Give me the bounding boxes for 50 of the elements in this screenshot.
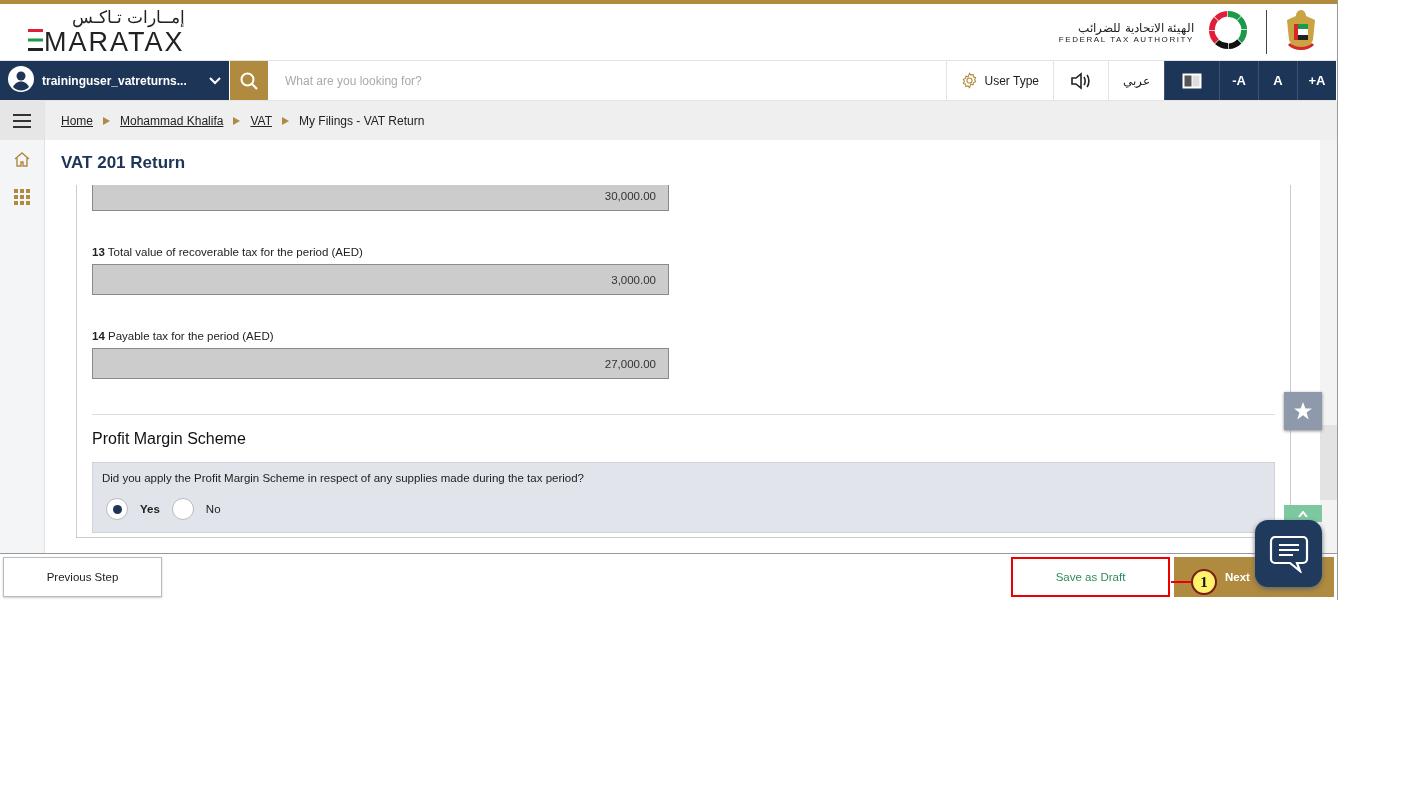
- scroll-top-button[interactable]: [1284, 505, 1322, 522]
- authority-emblem-icon: [1206, 8, 1250, 52]
- search-icon: [240, 71, 258, 90]
- contrast-icon: [1182, 72, 1202, 89]
- authority-english-name: FEDERAL TAX AUTHORITY: [1058, 34, 1194, 44]
- radio-option[interactable]: No: [171, 498, 221, 520]
- callout-line: [1171, 581, 1191, 583]
- breadcrumb-link[interactable]: Mohammad Khalifa: [120, 113, 224, 128]
- font-size-button[interactable]: A: [1258, 61, 1297, 100]
- readonly-amount-field: 3,000.00: [92, 264, 669, 295]
- caret-up-icon: [1298, 511, 1308, 517]
- section-heading: Profit Margin Scheme: [92, 430, 247, 448]
- breadcrumb-separator-icon: [233, 116, 241, 125]
- readonly-amount-field: 27,000.00: [92, 348, 669, 379]
- previous-step-button[interactable]: Previous Step: [3, 557, 162, 597]
- chat-button[interactable]: [1255, 520, 1322, 587]
- chat-bubble-icon: [1268, 534, 1309, 573]
- speaker-icon: [1070, 71, 1092, 90]
- settings-icon: [960, 72, 978, 89]
- user-account-dropdown[interactable]: traininguser_vatreturns...: [0, 61, 229, 100]
- home-icon[interactable]: [13, 151, 31, 167]
- striped-logo-mark-icon: [28, 28, 43, 51]
- user-avatar-icon: [8, 66, 34, 92]
- authority-arabic-name: الهيئة الاتحادية للضرائب: [1078, 20, 1194, 35]
- radio-option[interactable]: Yes: [106, 498, 160, 520]
- breadcrumb-link[interactable]: Home: [61, 113, 93, 128]
- field-label: 13 Total value of recoverable tax for the period (AED): [92, 246, 364, 258]
- field-label: 14 Payable tax for the period (AED): [92, 330, 275, 342]
- favorite-button[interactable]: [1284, 392, 1322, 430]
- font-size-button[interactable]: -A: [1219, 61, 1258, 100]
- apps-grid-icon[interactable]: [14, 189, 30, 205]
- radio-button[interactable]: [171, 498, 194, 520]
- font-size-button[interactable]: +A: [1297, 61, 1336, 100]
- star-icon: [1293, 401, 1313, 421]
- readonly-amount-field: 30,000.00: [92, 185, 669, 211]
- scrollbar-thumb[interactable]: [1320, 425, 1337, 500]
- save-as-draft-button[interactable]: Save as Draft: [1011, 557, 1170, 597]
- menu-icon[interactable]: [13, 113, 31, 128]
- breadcrumb-current: My Filings - VAT Return: [298, 113, 425, 128]
- chevron-down-icon: [209, 76, 221, 85]
- logo-text: MARATAX: [44, 27, 185, 56]
- page-title: VAT 201 Return: [60, 151, 187, 174]
- question-text: Did you apply the Profit Margin Scheme in respect of any supplies made during the tax period?: [102, 472, 585, 484]
- logo-arabic-text: إمــارات تـاكـس: [71, 8, 185, 27]
- breadcrumb-link[interactable]: VAT: [250, 113, 272, 128]
- contrast-button[interactable]: [1164, 61, 1219, 100]
- search-button[interactable]: [230, 61, 268, 100]
- radio-button[interactable]: [106, 498, 128, 520]
- breadcrumb-separator-icon: [281, 116, 289, 125]
- breadcrumb-separator-icon: [103, 116, 110, 125]
